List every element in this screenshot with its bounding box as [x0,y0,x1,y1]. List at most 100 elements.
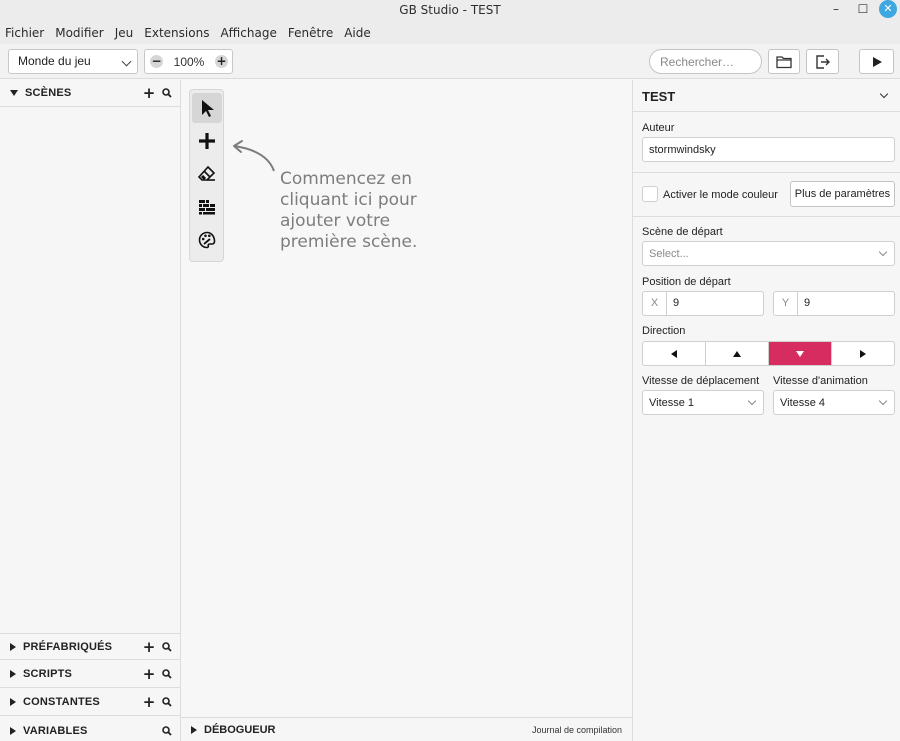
direction-up-button[interactable] [706,342,769,365]
title-bar: GB Studio - TEST – ☐ ✕ [0,0,900,22]
add-icon[interactable]: + [142,695,156,710]
scripts-section-header[interactable]: SCRIPTS + [0,661,180,688]
expand-arrow-icon [10,642,16,651]
scripts-label: SCRIPTS [23,668,73,680]
run-button[interactable] [859,49,894,74]
author-label: Auteur [642,122,675,134]
move-speed-value: Vitesse 1 [649,397,695,409]
project-title[interactable]: TEST [642,89,675,104]
chevron-down-icon [747,396,757,406]
scenes-section-header[interactable]: SCÈNES + [0,80,180,107]
menu-extensions[interactable]: Extensions [144,26,209,40]
prefabs-section-header[interactable]: PRÉFABRIQUÉS + [0,633,180,660]
eraser-icon [198,166,216,181]
menu-edit[interactable]: Modifier [55,26,104,40]
color-mode-checkbox[interactable] [642,186,658,202]
close-button[interactable]: ✕ [879,0,897,18]
zoom-level: 100% [173,55,205,69]
search-icon[interactable] [160,669,174,679]
add-icon[interactable]: + [142,667,156,682]
prefabs-label: PRÉFABRIQUÉS [23,640,113,653]
variables-section-header[interactable]: VARIABLES [0,717,180,741]
add-icon[interactable]: + [142,86,156,101]
minimize-button[interactable]: – [826,1,846,19]
brick-wall-icon [199,200,215,215]
view-select[interactable]: Monde du jeu [8,49,138,74]
constants-label: CONSTANTES [23,696,100,708]
start-scene-placeholder: Select... [649,248,689,260]
start-position-label: Position de départ [642,276,731,288]
play-icon [872,56,882,67]
direction-label: Direction [642,325,686,337]
chevron-down-icon [121,56,132,67]
start-x-input[interactable]: X 9 [642,291,764,316]
scenes-label: SCÈNES [25,87,72,99]
direction-selector [642,341,895,366]
maximize-button[interactable]: ☐ [853,1,873,19]
add-tool[interactable] [192,126,222,156]
menu-game[interactable]: Jeu [115,26,134,40]
search-icon[interactable] [160,725,174,736]
search-icon[interactable] [160,88,174,98]
menu-window[interactable]: Fenêtre [288,26,333,40]
anim-speed-select[interactable]: Vitesse 4 [773,390,895,415]
zoom-control: − 100% + [144,49,233,74]
open-folder-button[interactable] [768,49,800,74]
start-y-input[interactable]: Y 9 [773,291,895,316]
move-speed-select[interactable]: Vitesse 1 [642,390,764,415]
start-scene-label: Scène de départ [642,226,723,238]
y-value: 9 [804,297,811,309]
anim-speed-value: Vitesse 4 [780,397,826,409]
canvas-hint[interactable]: Commencez en cliquant ici pour ajouter v… [280,169,440,253]
menu-file[interactable]: Fichier [5,26,44,40]
expand-arrow-icon [191,725,197,734]
arrow-down-icon [796,350,804,357]
direction-down-button[interactable] [769,342,832,365]
collapse-arrow-icon [10,90,18,96]
properties-panel: TEST Auteur stormwindsky Activer le mode… [632,80,900,741]
cursor-icon [202,100,214,117]
project-header: TEST [633,80,900,112]
debugger-bar[interactable]: DÉBOGUEUR Journal de compilation [181,717,632,741]
direction-left-button[interactable] [643,342,706,365]
build-log-link[interactable]: Journal de compilation [532,725,622,735]
tool-palette [189,89,224,262]
more-settings-button[interactable]: Plus de paramètres [790,181,895,207]
export-icon [815,54,830,69]
arrow-right-icon [860,349,866,358]
world-canvas[interactable]: Commencez en cliquant ici pour ajouter v… [181,80,632,717]
debugger-label: DÉBOGUEUR [204,723,276,736]
variables-label: VARIABLES [23,724,88,737]
expand-arrow-icon [10,726,16,735]
author-input[interactable]: stormwindsky [642,137,895,162]
zoom-in-button[interactable]: + [215,55,228,68]
direction-right-button[interactable] [832,342,894,365]
chevron-down-icon [878,247,888,257]
search-input[interactable]: Rechercher… [649,49,762,74]
divider [633,216,900,217]
constants-section-header[interactable]: CONSTANTES + [0,689,180,716]
search-icon[interactable] [160,641,174,652]
collision-tool[interactable] [192,192,222,222]
add-icon[interactable]: + [142,639,156,654]
chevron-down-icon[interactable] [879,89,889,99]
x-value: 9 [673,297,680,309]
left-sidebar: SCÈNES + PRÉFABRIQUÉS + SCRIPTS + CONSTA… [0,80,181,741]
search-icon[interactable] [160,697,174,707]
menu-view[interactable]: Affichage [220,26,276,40]
chevron-down-icon [878,396,888,406]
menu-help[interactable]: Aide [344,26,371,40]
export-button[interactable] [806,49,839,74]
zoom-out-button[interactable]: − [150,55,163,68]
anim-speed-label: Vitesse d'animation [773,375,868,387]
move-speed-label: Vitesse de déplacement [642,375,760,387]
start-scene-select[interactable]: Select... [642,241,895,266]
menu-bar: Fichier Modifier Jeu Extensions Affichag… [0,22,900,44]
select-tool[interactable] [192,93,222,123]
color-tool[interactable] [192,225,222,255]
plus-icon [199,133,215,149]
folder-icon [776,55,792,68]
window-title: GB Studio - TEST [399,3,501,17]
x-axis-label: X [643,292,667,315]
eraser-tool[interactable] [192,159,222,189]
